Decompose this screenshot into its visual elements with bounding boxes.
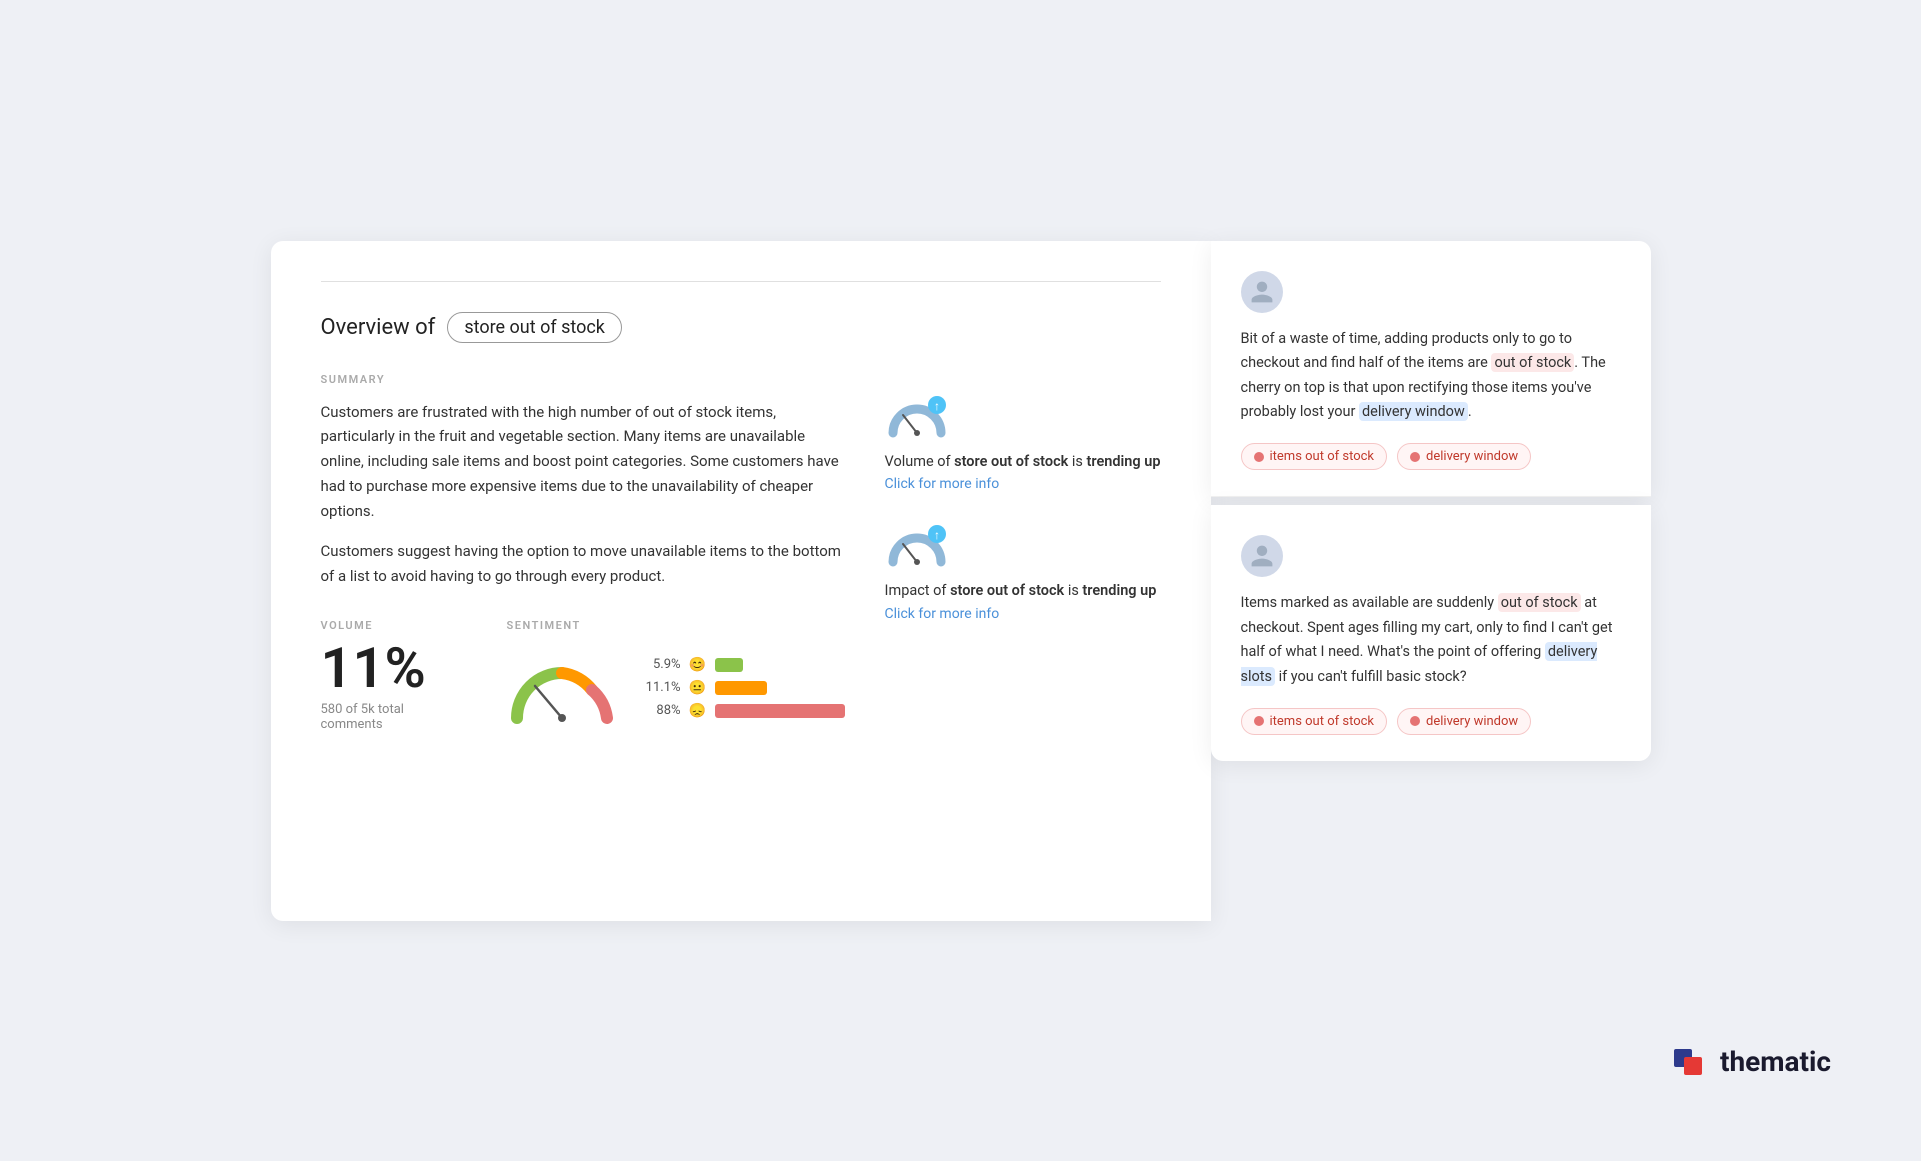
bar-fill-positive — [715, 658, 743, 672]
tag-dot-2a — [1254, 716, 1264, 726]
card-top-divider — [321, 281, 1161, 282]
content-with-trend: SUMMARY Customers are frustrated with th… — [321, 373, 1161, 732]
tag-label-1b: delivery window — [1426, 449, 1518, 464]
tag-label-2b: delivery window — [1426, 714, 1518, 729]
outer-container: Overview of store out of stock SUMMARY C… — [271, 241, 1651, 921]
user-icon-2 — [1249, 543, 1275, 569]
bar-row-negative: 88% 😞 — [641, 703, 845, 719]
tag-items-out-of-stock-1[interactable]: items out of stock — [1241, 443, 1388, 470]
summary-paragraph2: Customers suggest having the option to m… — [321, 539, 845, 589]
svg-text:↑: ↑ — [934, 399, 940, 413]
tags-row-1: items out of stock delivery window — [1241, 443, 1621, 470]
trend-icon-row-2: ↑ — [885, 522, 1161, 572]
review-text-1: Bit of a waste of time, adding products … — [1241, 327, 1621, 426]
sentiment-section: SENTIMENT — [507, 619, 845, 728]
tag-dot-2b — [1410, 716, 1420, 726]
volume-sub: 580 of 5k total comments — [321, 702, 447, 732]
tags-row-2: items out of stock delivery window — [1241, 708, 1621, 735]
bar-pct-positive: 5.9% — [641, 657, 681, 672]
bar-pct-neutral: 11.1% — [641, 680, 681, 695]
tag-label-2a: items out of stock — [1270, 714, 1375, 729]
tag-dot-1a — [1254, 452, 1264, 462]
trend-label-1: Volume of store out of stock is trending… — [885, 451, 1161, 473]
volume-label: VOLUME — [321, 619, 447, 632]
gauge-row: 5.9% 😊 11.1% 😐 — [507, 648, 845, 728]
logo-text: thematic — [1720, 1045, 1831, 1078]
bar-row-positive: 5.9% 😊 — [641, 657, 845, 673]
bar-fill-neutral — [715, 681, 767, 695]
bar-pct-negative: 88% — [641, 703, 681, 718]
tag-delivery-window-1[interactable]: delivery window — [1397, 443, 1531, 470]
tag-dot-1b — [1410, 452, 1420, 462]
highlight-out-of-stock-2: out of stock — [1498, 593, 1581, 612]
summary-label: SUMMARY — [321, 373, 845, 386]
gauge-container — [507, 648, 617, 728]
metrics-row: VOLUME 11% 580 of 5k total comments SENT… — [321, 619, 845, 732]
tag-items-out-of-stock-2[interactable]: items out of stock — [1241, 708, 1388, 735]
right-panels: Bit of a waste of time, adding products … — [1211, 241, 1651, 765]
summary-paragraph1: Customers are frustrated with the high n… — [321, 400, 845, 524]
page-wrapper: Overview of store out of stock SUMMARY C… — [40, 40, 1881, 1121]
bar-emoji-neutral: 😐 — [689, 680, 707, 696]
user-icon-1 — [1249, 279, 1275, 305]
trend-card-volume: ↑ Volume of store out of stock is trendi… — [885, 393, 1161, 493]
sentiment-bars: 5.9% 😊 11.1% 😐 — [641, 657, 845, 719]
bar-row-neutral: 11.1% 😐 — [641, 680, 845, 696]
svg-text:↑: ↑ — [934, 528, 940, 542]
sentiment-label: SENTIMENT — [507, 619, 845, 632]
overview-label: Overview of — [321, 315, 436, 340]
review-text-2: Items marked as available are suddenly o… — [1241, 591, 1621, 690]
avatar-2 — [1241, 535, 1283, 577]
trend-column: ↑ Volume of store out of stock is trendi… — [885, 373, 1161, 623]
click-more-1[interactable]: Click for more info — [885, 476, 1000, 492]
tag-label-1a: items out of stock — [1270, 449, 1375, 464]
highlight-out-of-stock-1: out of stock — [1491, 353, 1574, 372]
tag-delivery-window-2[interactable]: delivery window — [1397, 708, 1531, 735]
volume-percentage: 11% — [321, 640, 447, 696]
main-card: Overview of store out of stock SUMMARY C… — [271, 241, 1211, 921]
speedometer-icon-1: ↑ — [885, 393, 950, 443]
review-card-2: Items marked as available are suddenly o… — [1211, 505, 1651, 761]
bar-fill-negative — [715, 704, 845, 718]
logo-area: thematic — [1672, 1041, 1831, 1081]
bar-emoji-positive: 😊 — [689, 657, 707, 673]
click-more-2[interactable]: Click for more info — [885, 606, 1000, 622]
thematic-logo-icon — [1672, 1041, 1712, 1081]
trend-label-2: Impact of store out of stock is trending… — [885, 580, 1161, 602]
volume-section: VOLUME 11% 580 of 5k total comments — [321, 619, 447, 732]
trend-icon-row-1: ↑ — [885, 393, 1161, 443]
highlight-delivery-slots-2: delivery slots — [1241, 642, 1598, 686]
speedometer-icon-2: ↑ — [885, 522, 950, 572]
gauge-svg — [507, 648, 617, 728]
bar-emoji-negative: 😞 — [689, 703, 707, 719]
avatar-1 — [1241, 271, 1283, 313]
highlight-delivery-window-1: delivery window — [1359, 402, 1468, 421]
left-content: SUMMARY Customers are frustrated with th… — [321, 373, 845, 732]
topic-badge: store out of stock — [447, 312, 622, 343]
trend-card-impact: ↑ Impact of store out of stock is trendi… — [885, 522, 1161, 622]
review-card-1: Bit of a waste of time, adding products … — [1211, 241, 1651, 498]
overview-title-row: Overview of store out of stock — [321, 312, 1161, 343]
